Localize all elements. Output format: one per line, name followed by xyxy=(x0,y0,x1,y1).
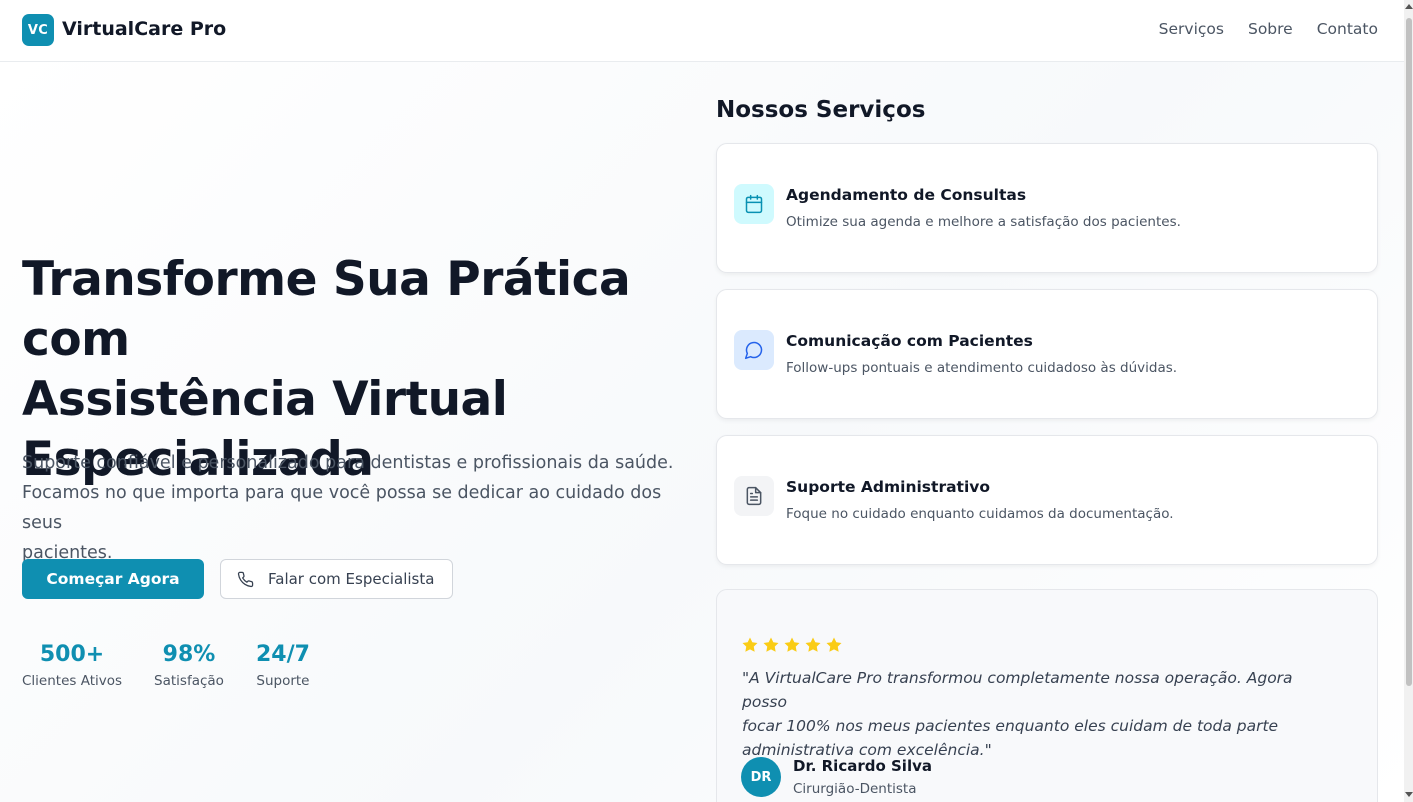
stat-label: Clientes Ativos xyxy=(22,673,123,689)
logo-badge[interactable]: VC xyxy=(22,14,54,46)
service-title: Suporte Administrativo xyxy=(786,478,991,496)
service-title: Agendamento de Consultas xyxy=(786,186,1027,204)
avatar: DR xyxy=(741,757,781,797)
chat-bubble-icon xyxy=(734,330,774,370)
star-icon xyxy=(742,637,758,652)
scroll-down-icon[interactable] xyxy=(1405,792,1413,797)
stat-value: 500+ xyxy=(39,642,105,667)
service-description: Follow-ups pontuais e atendimento cuidad… xyxy=(786,360,1178,376)
services-heading: Nossos Serviços xyxy=(716,97,926,123)
hero-title-line: Assistência Virtual xyxy=(22,372,508,427)
talk-to-specialist-button[interactable]: Falar com Especialista xyxy=(220,559,453,599)
document-icon xyxy=(734,476,774,516)
stat-label: Satisfação xyxy=(154,673,224,689)
stat-value: 98% xyxy=(162,642,216,667)
service-description: Otimize sua agenda e melhore a satisfaçã… xyxy=(786,214,1181,230)
star-icon xyxy=(826,637,842,652)
stat-label: Suporte xyxy=(256,673,310,689)
hero-subtitle-line: Suporte confiável e personalizado para d… xyxy=(22,453,674,473)
testimonial-card: "A VirtualCare Pro transformou completam… xyxy=(716,589,1378,802)
service-title: Comunicação com Pacientes xyxy=(786,332,1033,350)
star-icon xyxy=(805,637,821,652)
nav-link-servicos[interactable]: Serviços xyxy=(1159,20,1224,38)
author-name: Dr. Ricardo Silva xyxy=(793,757,932,775)
star-rating xyxy=(741,636,843,654)
stat-clients: 500+ Clientes Ativos xyxy=(22,642,122,689)
quote-line: focar 100% nos meus pacientes enquanto e… xyxy=(742,717,1279,735)
quote-line: "A VirtualCare Pro transformou completam… xyxy=(742,669,1293,711)
scrollbar-thumb[interactable] xyxy=(1406,18,1412,686)
nav-link-sobre[interactable]: Sobre xyxy=(1248,20,1293,38)
star-icon xyxy=(763,637,779,652)
site-header: VC VirtualCare Pro Serviços Sobre Contat… xyxy=(0,0,1404,62)
main-nav: Serviços Sobre Contato xyxy=(1159,20,1378,38)
author-role: Cirurgião-Dentista xyxy=(793,781,917,797)
stat-support: 24/7 Suporte xyxy=(256,642,310,689)
star-icon xyxy=(784,637,800,652)
nav-link-contato[interactable]: Contato xyxy=(1317,20,1378,38)
hero-title-line: Transforme Sua Prática com xyxy=(22,252,631,367)
hero-subtitle: Suporte confiável e personalizado para d… xyxy=(22,448,702,568)
scroll-up-icon[interactable] xyxy=(1405,4,1413,9)
phone-icon xyxy=(237,571,254,587)
hero-subtitle-line: Focamos no que importa para que você pos… xyxy=(22,483,662,533)
stat-value: 24/7 xyxy=(255,642,310,667)
service-card-admin[interactable]: Suporte Administrativo Foque no cuidado … xyxy=(716,435,1378,565)
stats-row: 500+ Clientes Ativos 98% Satisfação 24/7… xyxy=(22,642,310,689)
service-card-communication[interactable]: Comunicação com Pacientes Follow-ups pon… xyxy=(716,289,1378,419)
testimonial-quote: "A VirtualCare Pro transformou completam… xyxy=(742,666,1342,762)
stat-satisfaction: 98% Satisfação xyxy=(154,642,224,689)
service-card-scheduling[interactable]: Agendamento de Consultas Otimize sua age… xyxy=(716,143,1378,273)
talk-to-specialist-label: Falar com Especialista xyxy=(268,570,435,588)
start-now-button[interactable]: Começar Agora xyxy=(22,559,204,599)
calendar-icon xyxy=(734,184,774,224)
brand-name[interactable]: VirtualCare Pro xyxy=(62,18,226,40)
service-description: Foque no cuidado enquanto cuidamos da do… xyxy=(786,506,1174,522)
